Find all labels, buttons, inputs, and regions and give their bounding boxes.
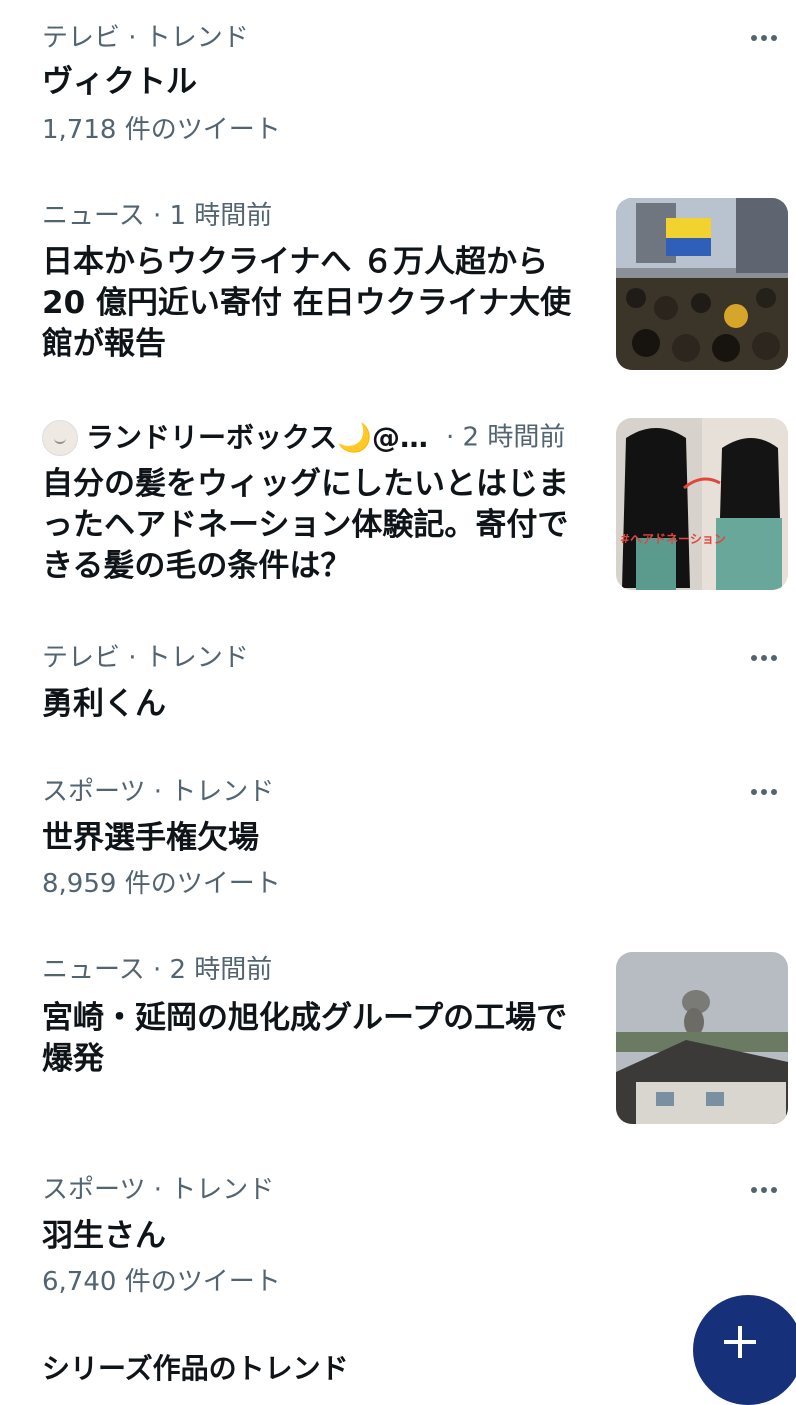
trend-item[interactable]: スポーツ · トレンド 世界選手権欠場 8,959 件のツイート [0,756,796,936]
news-thumbnail[interactable] [616,198,788,370]
post-meta: ランドリーボックス🌙@… · 2 時間前 [42,420,565,456]
tweet-count: 1,718 件のツイート [42,115,281,145]
trend-title: 勇利くん [42,686,166,722]
section-title: シリーズ作品のトレンド [42,1352,349,1385]
more-icon[interactable] [744,648,784,668]
compose-button[interactable] [693,1295,796,1405]
news-title-line: 宮崎・延岡の旭化成グループの工場で [42,1000,568,1036]
trend-title: 羽生さん [42,1218,166,1254]
more-icon[interactable] [744,1180,784,1200]
section-header: シリーズ作品のトレンド [0,1336,796,1398]
news-title-line: 館が報告 [42,326,166,362]
more-icon[interactable] [744,28,784,48]
trend-category: スポーツ · トレンド [42,1175,275,1205]
post-thumbnail[interactable]: #ヘアドネーション [616,418,788,590]
news-title-line: 日本からウクライナへ ６万人超から [42,244,549,280]
author-name: ランドリーボックス🌙@… [86,421,429,454]
trend-title: 世界選手権欠場 [42,820,259,856]
trend-title: ヴィクトル [42,64,197,100]
trend-item[interactable]: テレビ · トレンド ヴィクトル 1,718 件のツイート [0,0,796,180]
news-item[interactable]: ニュース · 2 時間前 宮崎・延岡の旭化成グループの工場で 爆発 [0,936,796,1156]
trend-category: スポーツ · トレンド [42,777,275,807]
trend-item[interactable]: テレビ · トレンド 勇利くん [0,622,796,756]
post-item[interactable]: ランドリーボックス🌙@… · 2 時間前 自分の髪をウィッグにしたいとはじま った… [0,400,796,622]
post-title-line: きる髪の毛の条件は？ [42,548,352,584]
trend-item[interactable]: スポーツ · トレンド 羽生さん 6,740 件のツイート [0,1156,796,1336]
news-thumbnail[interactable] [616,952,788,1124]
post-time: · 2 時間前 [446,422,566,453]
more-icon[interactable] [744,782,784,802]
news-meta: ニュース · 1 時間前 [42,201,273,231]
news-title-line: 20 億円近い寄付 在日ウクライナ大使 [42,285,572,321]
tweet-count: 8,959 件のツイート [42,869,281,899]
news-meta: ニュース · 2 時間前 [42,955,273,985]
post-title-line: ったヘアドネーション体験記。寄付で [42,507,569,543]
plus-icon [724,1326,756,1358]
news-item[interactable]: ニュース · 1 時間前 日本からウクライナへ ６万人超から 20 億円近い寄付… [0,180,796,400]
post-title-line: 自分の髪をウィッグにしたいとはじま [42,466,569,502]
thumbnail-caption: #ヘアドネーション [620,532,726,546]
trend-category: テレビ · トレンド [42,23,249,53]
trend-category: テレビ · トレンド [42,643,249,673]
news-title-line: 爆発 [42,1041,104,1077]
tweet-count: 6,740 件のツイート [42,1267,281,1297]
avatar [42,420,78,456]
